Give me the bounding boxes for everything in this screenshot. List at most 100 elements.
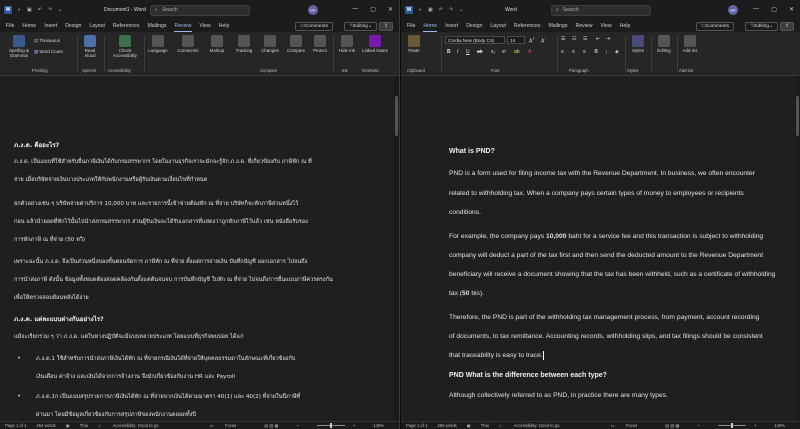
editing-mode-button[interactable]: ✎ Editing ⌄: [745, 21, 778, 31]
tab-file[interactable]: File: [6, 21, 14, 31]
font-name-select[interactable]: Cordia New (Body CS): [445, 36, 505, 44]
vertical-scrollbar[interactable]: [795, 76, 800, 421]
styles-button[interactable]: Styles: [627, 35, 649, 53]
language-button[interactable]: Language: [146, 35, 170, 53]
tab-layout[interactable]: Layout: [490, 21, 506, 31]
zoom-level[interactable]: 140%: [774, 423, 785, 428]
tab-references[interactable]: References: [514, 21, 541, 31]
markup-button[interactable]: Markup: [205, 35, 229, 53]
undo-icon[interactable]: ↶: [38, 7, 42, 13]
shading-icon[interactable]: ◈: [615, 49, 619, 55]
accessibility-status[interactable]: ✓ Accessibility: Good to go: [499, 423, 570, 428]
read-aloud-button[interactable]: Read Aloud: [80, 35, 100, 58]
shrink-font-icon[interactable]: A-: [541, 36, 546, 45]
underline-icon[interactable]: U: [466, 49, 470, 55]
comments-ribbon-button[interactable]: Comments: [174, 35, 202, 53]
redo-icon[interactable]: ↷: [48, 7, 52, 13]
linked-notes-button[interactable]: Linked Notes: [362, 35, 388, 53]
tab-help[interactable]: Help: [219, 21, 230, 31]
tab-review[interactable]: Review: [174, 21, 192, 32]
bold-icon[interactable]: B: [447, 49, 451, 55]
view-icons[interactable]: ▤ ▥ ▦: [264, 423, 278, 428]
proofing-icon[interactable]: ▣: [467, 423, 471, 428]
avatar[interactable]: PP: [308, 5, 318, 15]
line-spacing-icon[interactable]: ↕: [605, 49, 608, 55]
redo-icon[interactable]: ↷: [449, 7, 453, 13]
quick-access-dropdown-icon[interactable]: ⌄: [459, 7, 463, 13]
zoom-in-icon[interactable]: +: [353, 423, 355, 428]
add-ins-button[interactable]: Add-ins: [679, 35, 701, 53]
autosave-toggle-icon[interactable]: ◐: [419, 7, 422, 13]
language-indicator[interactable]: Thai: [80, 423, 88, 428]
numbering-icon[interactable]: ☷: [572, 36, 576, 42]
tab-design[interactable]: Design: [65, 21, 81, 31]
tab-view[interactable]: View: [200, 21, 211, 31]
thesaurus-button[interactable]: ▤ Thesaurus: [34, 38, 72, 43]
maximize-icon[interactable]: ▢: [771, 6, 777, 13]
paste-button[interactable]: Paste: [405, 35, 423, 53]
highlight-icon[interactable]: ab: [514, 49, 520, 55]
minimize-icon[interactable]: —: [753, 6, 759, 13]
subscript-icon[interactable]: x₂: [491, 49, 495, 55]
save-icon[interactable]: ▣: [428, 7, 433, 13]
tab-design[interactable]: Design: [466, 21, 482, 31]
align-center-icon[interactable]: ≡: [572, 49, 575, 55]
font-color-icon[interactable]: A: [528, 49, 531, 55]
zoom-slider[interactable]: [717, 423, 746, 428]
editing-ribbon-button[interactable]: Editing: [653, 35, 675, 53]
language-indicator[interactable]: Thai: [481, 423, 489, 428]
tab-file[interactable]: File: [407, 21, 415, 31]
word-count[interactable]: 454 words: [36, 423, 55, 428]
share-button[interactable]: ⇪: [779, 21, 794, 31]
zoom-out-icon[interactable]: –: [296, 423, 298, 428]
comments-button[interactable]: ▭ Comments: [295, 21, 333, 31]
document-canvas[interactable]: ภ.ง.ด. คืออะไร? ภ.ง.ด. เป็นแบบที่ใช้สำหร…: [0, 76, 399, 421]
vertical-scrollbar[interactable]: [394, 76, 399, 421]
page-count[interactable]: Page 1 of 1: [406, 423, 427, 428]
grow-font-icon[interactable]: A+: [529, 36, 535, 45]
editing-mode-button[interactable]: ✎ Editing ⌄: [344, 21, 377, 31]
tab-insert[interactable]: Insert: [44, 21, 57, 31]
avatar[interactable]: PP: [728, 5, 738, 15]
justify-icon[interactable]: ≣: [594, 49, 598, 55]
protect-button[interactable]: Protect: [309, 35, 331, 53]
search-box[interactable]: ⌕ Search: [551, 4, 651, 16]
word-count-button[interactable]: ▦ Word Count: [34, 49, 74, 54]
tab-layout[interactable]: Layout: [89, 21, 105, 31]
minimize-icon[interactable]: —: [352, 6, 358, 13]
close-icon[interactable]: ✕: [388, 6, 393, 13]
maximize-icon[interactable]: ▢: [370, 6, 376, 13]
tab-home[interactable]: Home: [423, 21, 438, 32]
italic-icon[interactable]: I: [457, 49, 458, 55]
search-box[interactable]: ⌕ Search: [150, 4, 250, 16]
zoom-out-icon[interactable]: –: [697, 423, 699, 428]
tab-review[interactable]: Review: [575, 21, 592, 31]
tracking-button[interactable]: Tracking: [232, 35, 256, 53]
strikethrough-icon[interactable]: ab: [477, 49, 483, 55]
tab-view[interactable]: View: [601, 21, 612, 31]
zoom-in-icon[interactable]: +: [754, 423, 756, 428]
compare-button[interactable]: Compare: [284, 35, 308, 53]
superscript-icon[interactable]: x²: [502, 49, 506, 55]
page-count[interactable]: Page 1 of 1: [5, 423, 26, 428]
comments-button[interactable]: ▭ Comments: [696, 21, 734, 31]
align-left-icon[interactable]: ≡: [561, 49, 564, 55]
tab-mailings[interactable]: Mailings: [548, 21, 567, 31]
multilevel-list-icon[interactable]: ☲: [583, 36, 587, 42]
view-icons[interactable]: ▤ ▥ ▦: [665, 423, 679, 428]
decrease-indent-icon[interactable]: ⇤: [596, 36, 600, 42]
tab-home[interactable]: Home: [22, 21, 36, 31]
bullets-icon[interactable]: ☰: [561, 36, 565, 42]
close-icon[interactable]: ✕: [789, 6, 794, 13]
share-button[interactable]: ⇪: [378, 21, 393, 31]
tab-references[interactable]: References: [113, 21, 140, 31]
save-icon[interactable]: ▣: [27, 7, 32, 13]
quick-access-dropdown-icon[interactable]: ⌄: [58, 7, 62, 13]
autosave-toggle-icon[interactable]: ◐: [18, 7, 21, 13]
check-accessibility-button[interactable]: Check Accessibility: [108, 35, 142, 58]
word-count[interactable]: 365 words: [437, 423, 456, 428]
focus-button[interactable]: ▭ Focus: [611, 423, 648, 428]
spelling-grammar-button[interactable]: Spelling & Grammar: [6, 35, 32, 58]
changes-button[interactable]: Changes: [258, 35, 282, 53]
align-right-icon[interactable]: ≡: [583, 49, 586, 55]
